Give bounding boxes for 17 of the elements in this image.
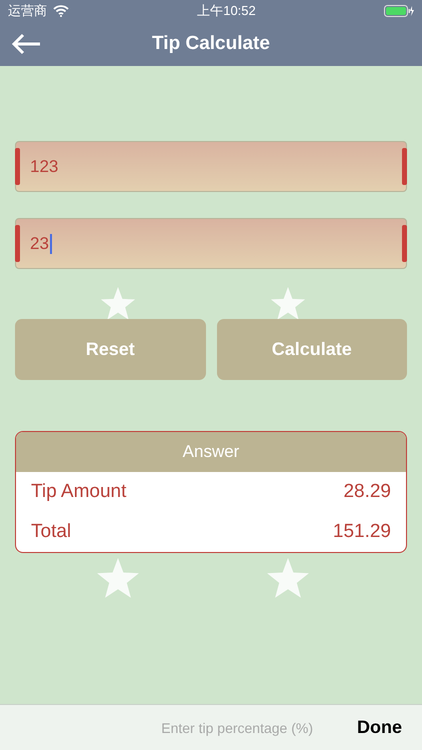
carrier-label: 运营商 [8,2,47,20]
nav-title: Tip Calculate [152,33,270,55]
result-value: 151.29 [332,521,391,543]
answer-header: Answer [16,432,406,472]
done-button[interactable]: Done [357,717,402,738]
input-field[interactable]: 23 [15,218,407,269]
result-label: Tip Amount [31,481,126,503]
battery-icon [384,5,414,17]
result-label: Total [31,521,72,543]
result-value: 28.29 [343,481,391,503]
input-field[interactable]: 123 [15,141,407,192]
toolbar-hint: Enter tip percentage (%) [161,720,313,736]
wifi-icon [53,5,69,17]
back-button[interactable] [10,32,42,56]
calculate-button[interactable]: Calculate [216,319,407,380]
reset-button[interactable]: Reset [15,319,206,380]
status-time: 上午10:52 [197,2,256,20]
